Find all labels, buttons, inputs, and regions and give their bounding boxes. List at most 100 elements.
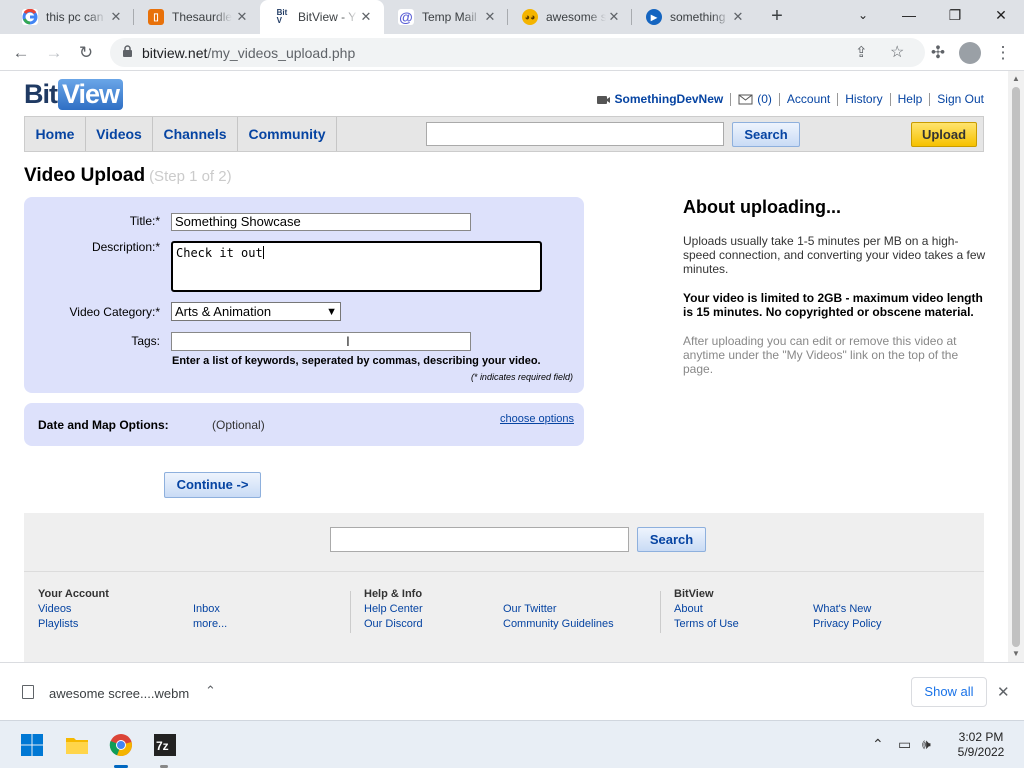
footer-link-inbox[interactable]: Inbox <box>193 603 220 615</box>
bookmark-star-icon[interactable]: ☆ <box>890 42 904 62</box>
footer-link-more[interactable]: more... <box>193 618 227 630</box>
continue-button[interactable]: Continue -> <box>164 472 261 498</box>
share-icon[interactable]: ⇪ <box>855 43 868 61</box>
tags-input[interactable] <box>171 332 471 351</box>
footer-link-whats-new[interactable]: What's New <box>813 603 871 615</box>
choose-options-link[interactable]: choose options <box>500 413 574 425</box>
tab-search-icon[interactable]: ⌄ <box>840 4 886 28</box>
nav-tab-home[interactable]: Home <box>25 117 86 151</box>
menu-kebab-icon[interactable]: ⋮ <box>990 40 1016 66</box>
show-all-button[interactable]: Show all <box>911 677 987 707</box>
aside-title: About uploading... <box>683 197 841 217</box>
help-link[interactable]: Help <box>898 92 923 106</box>
nav-tab-channels[interactable]: Channels <box>153 117 238 151</box>
history-link[interactable]: History <box>845 92 882 106</box>
sign-out-link[interactable]: Sign Out <box>937 92 984 106</box>
windows-taskbar: 7z ⌃ ▭ 🕪 3:02 PM 5/9/2022 <box>0 720 1024 768</box>
inbox-count[interactable]: (0) <box>757 92 772 106</box>
envelope-icon[interactable] <box>738 94 753 105</box>
footer-link-terms[interactable]: Terms of Use <box>674 618 739 630</box>
description-text: Check it out <box>176 246 263 260</box>
chevron-up-icon[interactable]: ⌃ <box>872 736 884 753</box>
browser-tab-4[interactable]: @ Temp Mail ✕ <box>384 0 508 34</box>
close-tab-icon[interactable]: ✕ <box>482 9 498 25</box>
file-explorer-icon[interactable] <box>65 733 89 757</box>
category-selected-value: Arts & Animation <box>175 304 272 319</box>
chrome-icon[interactable] <box>109 733 133 757</box>
browser-tab-5[interactable]: ◕◕ awesome s ✕ <box>508 0 632 34</box>
header-search-button[interactable]: Search <box>732 122 800 147</box>
scroll-up-arrow-icon[interactable]: ▲ <box>1011 74 1021 84</box>
vertical-scrollbar[interactable]: ▲ ▼ <box>1008 71 1024 662</box>
browser-tab-3[interactable]: Bit V BitView - Y ✕ <box>260 0 384 34</box>
page-viewport: Bit View SomethingDevNew (0) Account Hist… <box>0 71 1008 662</box>
footer-search-button[interactable]: Search <box>637 527 706 552</box>
display-icon[interactable]: ▭ <box>898 736 911 753</box>
system-clock[interactable]: 3:02 PM 5/9/2022 <box>950 730 1012 760</box>
volume-icon[interactable]: 🕪 <box>922 736 931 753</box>
file-icon <box>22 685 34 699</box>
video-icon: ▶ <box>646 9 662 25</box>
tab-title: BitView - Y <box>298 10 357 24</box>
close-tab-icon[interactable]: ✕ <box>108 9 124 25</box>
svg-text:7z: 7z <box>156 739 169 753</box>
footer-link-playlists[interactable]: Playlists <box>38 618 78 630</box>
header-search-input[interactable] <box>426 122 724 146</box>
new-tab-button[interactable]: + <box>766 6 788 28</box>
footer-link-privacy[interactable]: Privacy Policy <box>813 618 881 630</box>
browser-tab-6[interactable]: ▶ something ✕ <box>632 0 756 34</box>
footer-link-twitter[interactable]: Our Twitter <box>503 603 557 615</box>
title-input[interactable]: Something Showcase <box>171 213 471 231</box>
forward-arrow-icon[interactable]: → <box>41 40 67 66</box>
footer-link-discord[interactable]: Our Discord <box>364 618 423 630</box>
7zip-icon[interactable]: 7z <box>153 733 177 757</box>
chevron-up-icon[interactable]: ⌃ <box>205 683 216 699</box>
reload-icon[interactable]: ↻ <box>73 40 99 66</box>
bitview-logo[interactable]: Bit View <box>24 77 124 111</box>
scrollbar-thumb[interactable] <box>1012 87 1020 647</box>
nav-tab-community[interactable]: Community <box>238 117 337 151</box>
minimize-button[interactable]: — <box>886 4 932 28</box>
description-textarea[interactable]: Check it out <box>171 241 542 292</box>
user-nav: SomethingDevNew (0) Account History Help… <box>596 92 984 106</box>
step-indicator: (Step 1 of 2) <box>149 168 232 185</box>
back-arrow-icon[interactable]: ← <box>8 40 34 66</box>
download-item[interactable]: awesome scree....webm <box>49 686 189 701</box>
footer-search-input[interactable] <box>330 527 629 552</box>
account-link[interactable]: Account <box>787 92 830 106</box>
browser-tab-1[interactable]: this pc can ✕ <box>8 0 134 34</box>
upload-form: Title:* Something Showcase Description:*… <box>24 197 584 393</box>
username-link[interactable]: SomethingDevNew <box>615 92 724 106</box>
footer-link-about[interactable]: About <box>674 603 703 615</box>
address-bar[interactable]: bitview.net/my_videos_upload.php ⇪ ☆ <box>110 38 925 67</box>
category-select[interactable]: Arts & Animation ▼ <box>171 302 341 321</box>
required-note: (* indicates required field) <box>470 372 573 382</box>
close-window-button[interactable]: ✕ <box>978 4 1024 28</box>
close-tab-icon[interactable]: ✕ <box>730 9 746 25</box>
close-icon[interactable]: ✕ <box>997 683 1010 701</box>
category-label: Video Category:* <box>69 305 160 319</box>
upload-button[interactable]: Upload <box>911 122 977 147</box>
extensions-puzzle-icon[interactable]: ✣ <box>925 40 951 66</box>
nav-tab-videos[interactable]: Videos <box>86 117 153 151</box>
footer-link-guidelines[interactable]: Community Guidelines <box>503 618 614 630</box>
browser-tab-2[interactable]: ▯ Thesaurdle ✕ <box>134 0 260 34</box>
footer-column-separator <box>350 591 351 633</box>
lock-icon <box>123 45 132 57</box>
video-camera-icon <box>596 95 610 104</box>
tab-title: Temp Mail <box>422 10 477 24</box>
text-caret <box>262 246 264 259</box>
footer-link-help-center[interactable]: Help Center <box>364 603 423 615</box>
scroll-down-arrow-icon[interactable]: ▼ <box>1011 649 1021 659</box>
close-tab-icon[interactable]: ✕ <box>358 9 374 25</box>
close-tab-icon[interactable]: ✕ <box>234 9 250 25</box>
nav-divider <box>837 92 839 106</box>
profile-avatar[interactable] <box>959 42 981 64</box>
windows-start-icon[interactable] <box>20 733 44 757</box>
footer-link-videos[interactable]: Videos <box>38 603 71 615</box>
close-tab-icon[interactable]: ✕ <box>606 9 622 25</box>
maximize-button[interactable]: ❐ <box>932 4 978 28</box>
nav-divider <box>929 92 931 106</box>
footer-heading-account: Your Account <box>38 588 109 600</box>
chevron-down-icon: ▼ <box>326 306 337 318</box>
